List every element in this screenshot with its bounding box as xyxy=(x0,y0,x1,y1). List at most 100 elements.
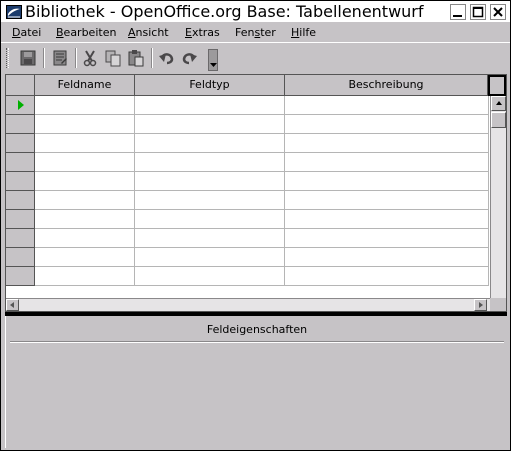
toolbar-grip[interactable] xyxy=(6,48,9,68)
cell-feldname[interactable] xyxy=(35,210,135,229)
cell-beschreibung[interactable] xyxy=(285,134,489,153)
cell-feldname[interactable] xyxy=(35,115,135,134)
cell-beschreibung[interactable] xyxy=(285,115,489,134)
scroll-left-button[interactable] xyxy=(6,299,19,311)
cell-feldname[interactable] xyxy=(35,134,135,153)
row-header[interactable] xyxy=(6,191,35,210)
cell-feldtyp[interactable] xyxy=(135,96,285,115)
menu-extras[interactable]: Extras xyxy=(185,26,220,39)
menu-hilfe[interactable]: Hilfe xyxy=(291,26,316,39)
horizontal-scrollbar[interactable] xyxy=(6,298,490,311)
table-row[interactable] xyxy=(6,172,489,191)
cell-feldtyp[interactable] xyxy=(135,172,285,191)
row-header[interactable] xyxy=(6,172,35,191)
toolbar-separator xyxy=(151,48,153,68)
cell-feldtyp[interactable] xyxy=(135,229,285,248)
table-row[interactable] xyxy=(6,267,489,286)
table-row[interactable] xyxy=(6,134,489,153)
cell-beschreibung[interactable] xyxy=(285,248,489,267)
grid-rows xyxy=(6,96,489,298)
cell-beschreibung[interactable] xyxy=(285,210,489,229)
save-icon[interactable] xyxy=(19,49,37,67)
standard-toolbar xyxy=(1,42,510,72)
close-button[interactable] xyxy=(490,4,506,20)
table-design-grid[interactable]: Feldname Feldtyp Beschreibung xyxy=(5,74,507,312)
row-header[interactable] xyxy=(6,134,35,153)
cell-feldname[interactable] xyxy=(35,248,135,267)
menu-fenster[interactable]: Fenster xyxy=(235,26,276,39)
copy-icon[interactable] xyxy=(104,49,122,67)
cell-feldtyp[interactable] xyxy=(135,115,285,134)
row-header[interactable] xyxy=(6,96,35,115)
grid-corner-cell[interactable] xyxy=(6,75,35,96)
window-title: Bibliothek - OpenOffice.org Base: Tabell… xyxy=(25,2,424,21)
edit-document-icon[interactable] xyxy=(51,49,69,67)
menu-bar: Datei Bearbeiten Ansicht Extras Fenster … xyxy=(1,23,510,42)
openoffice-app-icon[interactable] xyxy=(6,5,22,19)
grid-header: Feldname Feldtyp Beschreibung xyxy=(6,75,506,96)
vertical-scrollbar[interactable] xyxy=(490,96,506,298)
table-row[interactable] xyxy=(6,210,489,229)
cell-feldtyp[interactable] xyxy=(135,248,285,267)
toolbar-overflow-button[interactable] xyxy=(208,49,218,71)
cell-beschreibung[interactable] xyxy=(285,172,489,191)
table-row[interactable] xyxy=(6,229,489,248)
arrow-right-icon xyxy=(479,302,483,308)
cell-feldname[interactable] xyxy=(35,229,135,248)
table-row[interactable] xyxy=(6,191,489,210)
table-row[interactable] xyxy=(6,153,489,172)
current-row-marker-icon xyxy=(18,100,24,110)
column-header-beschreibung[interactable]: Beschreibung xyxy=(285,75,488,96)
cell-feldname[interactable] xyxy=(35,96,135,115)
table-row[interactable] xyxy=(6,96,489,115)
field-properties-panel: Feldeigenschaften xyxy=(5,316,507,448)
row-header[interactable] xyxy=(6,115,35,134)
cell-feldtyp[interactable] xyxy=(135,134,285,153)
cell-beschreibung[interactable] xyxy=(285,191,489,210)
chevron-down-icon xyxy=(210,63,217,67)
field-properties-divider xyxy=(10,341,504,343)
cell-beschreibung[interactable] xyxy=(285,229,489,248)
cell-feldtyp[interactable] xyxy=(135,267,285,286)
cell-beschreibung[interactable] xyxy=(285,267,489,286)
toolbar-separator xyxy=(75,48,77,68)
scroll-up-button[interactable] xyxy=(491,96,506,111)
title-bar[interactable]: Bibliothek - OpenOffice.org Base: Tabell… xyxy=(1,1,510,23)
column-header-end xyxy=(488,75,506,96)
column-header-feldname[interactable]: Feldname xyxy=(35,75,135,96)
cut-icon[interactable] xyxy=(81,49,99,67)
table-row[interactable] xyxy=(6,248,489,267)
menu-bearbeiten[interactable]: Bearbeiten xyxy=(56,26,116,39)
row-header[interactable] xyxy=(6,210,35,229)
arrow-up-icon xyxy=(496,101,502,105)
menu-datei[interactable]: Datei xyxy=(12,26,41,39)
redo-icon[interactable] xyxy=(180,49,198,67)
cell-beschreibung[interactable] xyxy=(285,96,489,115)
cell-feldname[interactable] xyxy=(35,172,135,191)
row-header[interactable] xyxy=(6,267,35,286)
scrollbar-corner xyxy=(490,298,506,311)
cell-feldtyp[interactable] xyxy=(135,153,285,172)
column-header-feldtyp[interactable]: Feldtyp xyxy=(135,75,285,96)
cell-feldname[interactable] xyxy=(35,191,135,210)
row-header[interactable] xyxy=(6,153,35,172)
toolbar-separator xyxy=(43,48,45,68)
cell-feldtyp[interactable] xyxy=(135,191,285,210)
field-properties-title: Feldeigenschaften xyxy=(206,323,308,336)
maximize-button[interactable] xyxy=(470,4,486,20)
scroll-right-button[interactable] xyxy=(474,299,487,311)
app-window: Bibliothek - OpenOffice.org Base: Tabell… xyxy=(0,0,511,451)
table-row[interactable] xyxy=(6,115,489,134)
arrow-left-icon xyxy=(10,302,14,308)
cell-feldname[interactable] xyxy=(35,153,135,172)
vertical-scroll-thumb[interactable] xyxy=(491,112,506,128)
paste-icon[interactable] xyxy=(127,49,145,67)
undo-icon[interactable] xyxy=(158,49,176,67)
cell-feldname[interactable] xyxy=(35,267,135,286)
row-header[interactable] xyxy=(6,229,35,248)
cell-feldtyp[interactable] xyxy=(135,210,285,229)
cell-beschreibung[interactable] xyxy=(285,153,489,172)
minimize-button[interactable] xyxy=(450,4,466,20)
menu-ansicht[interactable]: Ansicht xyxy=(128,26,169,39)
row-header[interactable] xyxy=(6,248,35,267)
